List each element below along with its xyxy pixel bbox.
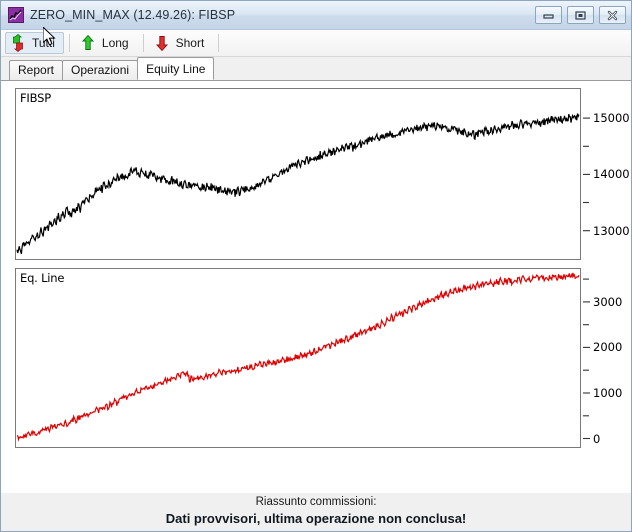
title-bar: ZERO_MIN_MAX (12.49.26): FIBSP (1, 1, 631, 30)
application-window: ZERO_MIN_MAX (12.49.26): FIBSP Tutti Lon… (0, 0, 632, 532)
axis-tick-label: 13000 (593, 223, 630, 238)
tab-report[interactable]: Report (9, 60, 64, 80)
toolbar-separator-1 (68, 34, 70, 52)
toolbar-label-short: Short (175, 36, 205, 50)
window-controls (535, 6, 626, 24)
toolbar-separator-2 (142, 34, 144, 52)
up-down-arrow-icon (9, 33, 27, 53)
equity-chart-yaxis: 0 1000 2000 3000 (583, 268, 632, 448)
equity-chart-panel[interactable]: Eq. Line (15, 268, 581, 448)
axis-tick-label: 3000 (593, 294, 623, 309)
tab-strip: Report Operazioni Equity Line (1, 57, 631, 81)
axis-tick-label: 1000 (593, 385, 623, 400)
status-footer: Riassunto commissioni: Dati provvisori, … (1, 493, 631, 531)
price-chart-panel[interactable]: FIBSP (15, 88, 581, 260)
equity-chart-plot (16, 272, 580, 442)
toolbar: Tutti Long Short (1, 30, 631, 57)
price-chart-plot (16, 113, 580, 255)
red-down-arrow-icon (153, 34, 171, 52)
equity-chart-title: Eq. Line (20, 271, 65, 285)
chart-app-icon (8, 7, 24, 23)
axis-tick-label: 0 (593, 431, 601, 446)
commission-summary-label: Riassunto commissioni: (255, 496, 377, 508)
green-up-arrow-icon (79, 34, 97, 52)
toolbar-button-tutti[interactable]: Tutti (5, 32, 64, 54)
provisional-data-warning: Dati provvisori, ultima operazione non c… (165, 511, 467, 526)
axis-tick-label: 14000 (593, 167, 630, 182)
minimize-button[interactable] (535, 6, 562, 24)
maximize-button[interactable] (567, 6, 594, 24)
toolbar-label-tutti: Tutti (32, 36, 55, 50)
tab-operazioni[interactable]: Operazioni (62, 60, 139, 80)
toolbar-separator-3 (218, 34, 220, 52)
price-chart-title: FIBSP (20, 91, 51, 105)
window-title: ZERO_MIN_MAX (12.49.26): FIBSP (30, 8, 236, 22)
client-area: FIBSP 13000 14000 15000 Eq. Line 0 1000 2000… (1, 81, 631, 522)
chart-container: FIBSP 13000 14000 15000 Eq. Line 0 1000 2000… (8, 88, 630, 476)
toolbar-button-short[interactable]: Short (149, 32, 214, 54)
axis-tick-label: 2000 (593, 340, 623, 355)
tab-equity-line[interactable]: Equity Line (137, 57, 215, 80)
axis-tick-label: 15000 (593, 111, 630, 126)
toolbar-label-long: Long (101, 36, 129, 50)
toolbar-button-long[interactable]: Long (75, 32, 138, 54)
close-button[interactable] (599, 6, 626, 24)
price-chart-yaxis: 13000 14000 15000 (583, 88, 632, 260)
